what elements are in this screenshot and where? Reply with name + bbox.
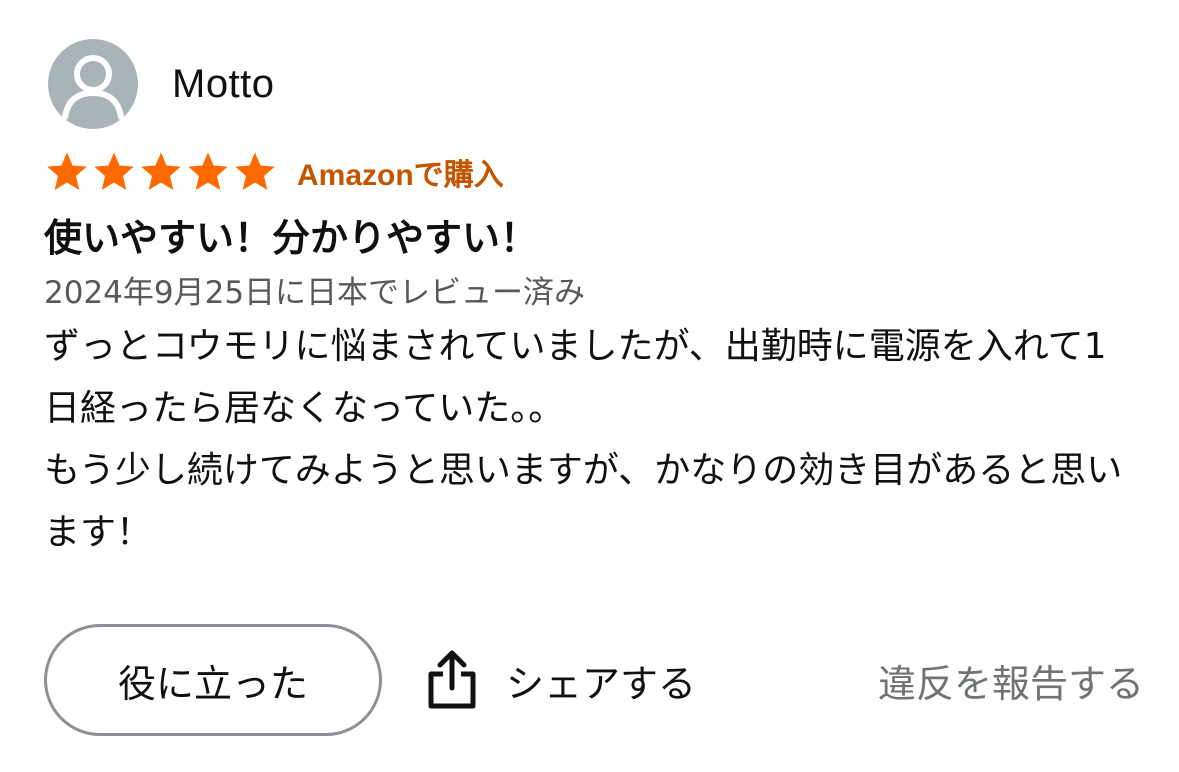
- star-icon: [235, 152, 275, 191]
- star-icon: [141, 152, 181, 191]
- rating-row: Amazonで購入: [44, 146, 1144, 198]
- report-abuse-link[interactable]: 違反を報告する: [878, 653, 1144, 708]
- review-date: 2024年9月25日に日本でレビュー済み: [44, 275, 586, 311]
- share-button[interactable]: シェアする: [426, 650, 696, 710]
- user-silhouette-icon: [62, 55, 124, 120]
- review-paragraph: もう少し続けてみようと思いますが、かなりの効き目があると思います！: [44, 450, 1123, 553]
- avatar[interactable]: [48, 39, 138, 129]
- review-title: 使いやすい！分かりやすい！: [44, 216, 539, 260]
- star-icon: [47, 152, 87, 191]
- share-label: シェアする: [506, 661, 697, 706]
- review-body: ずっとコウモリに悩まされていましたが、出勤時に電源を入れて1日経ったら居なくなっ…: [44, 316, 1134, 564]
- review-actions: 役に立った シェアする 違反を報告する: [44, 621, 1144, 739]
- share-icon: [428, 650, 476, 709]
- review-paragraph: ずっとコウモリに悩まされていましたが、出勤時に電源を入れて1日経ったら居なくなっ…: [44, 326, 1107, 429]
- star-icon: [188, 152, 228, 191]
- star-icon: [94, 152, 134, 191]
- verified-purchase-badge: Amazonで購入: [297, 159, 504, 192]
- reviewer-header: Motto: [44, 38, 1144, 130]
- star-rating[interactable]: [44, 149, 279, 195]
- helpful-button[interactable]: 役に立った: [44, 624, 382, 736]
- reviewer-name[interactable]: Motto: [172, 62, 275, 107]
- review-card: Motto Amazonで購入 使いやすい！分かりやすい！ 2024年9月25日…: [44, 38, 1144, 564]
